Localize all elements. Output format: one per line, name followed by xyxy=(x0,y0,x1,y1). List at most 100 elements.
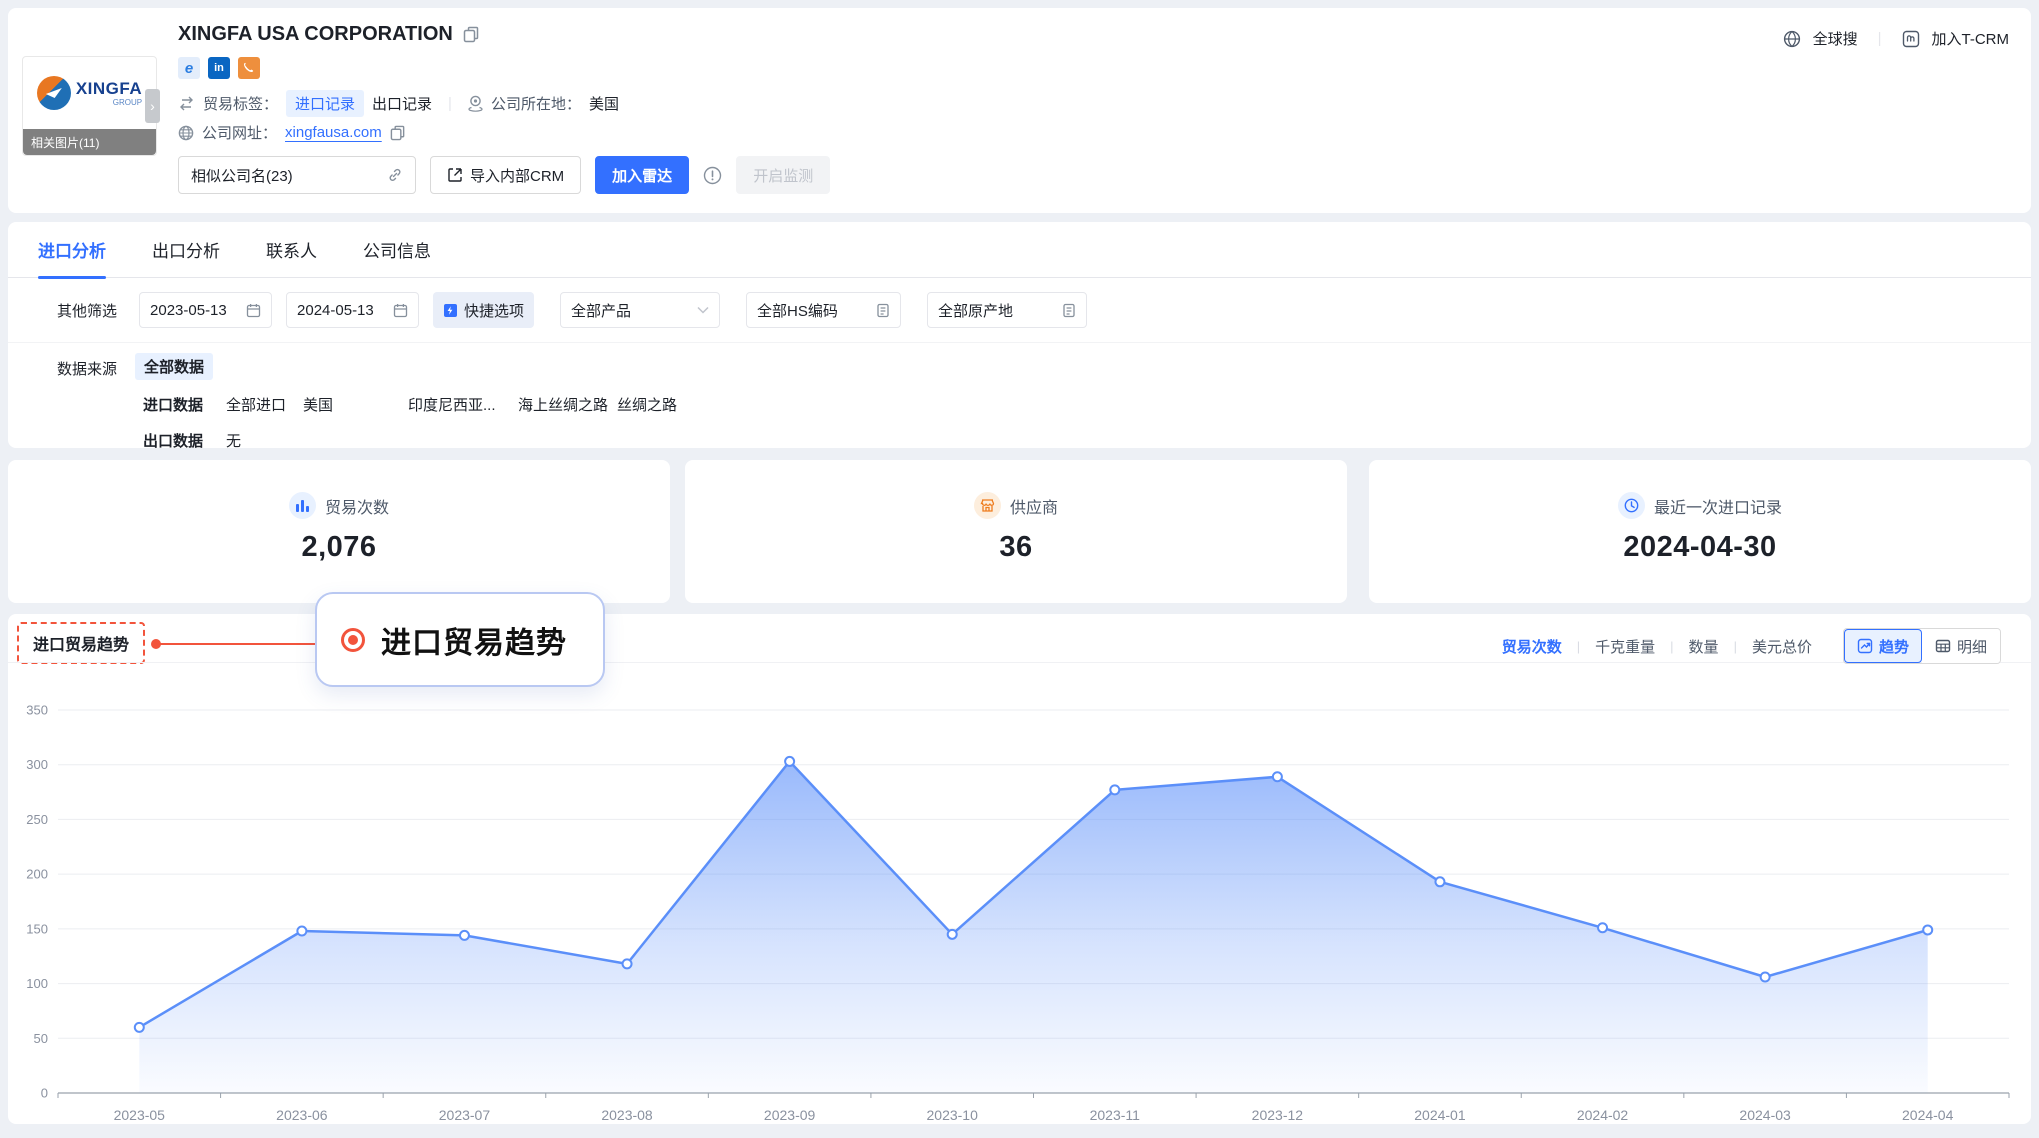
x-axis-label: 2024-03 xyxy=(1739,1107,1791,1123)
stat-value: 2,076 xyxy=(8,531,670,564)
export-data-value: 无 xyxy=(226,430,241,451)
import-data-label: 进口数据 xyxy=(143,394,203,415)
divider xyxy=(8,342,2031,343)
trade-tag-icon xyxy=(178,96,195,111)
tab-company-info[interactable]: 公司信息 xyxy=(363,222,431,278)
info-icon[interactable] xyxy=(703,166,722,185)
location-label: 公司所在地： xyxy=(491,93,581,114)
logo-next-arrow-icon[interactable]: › xyxy=(145,89,160,123)
trade-tag-import[interactable]: 进口记录 xyxy=(286,90,364,117)
y-axis-label: 150 xyxy=(26,921,48,936)
website-social-icon[interactable]: e xyxy=(178,57,200,79)
website-link[interactable]: xingfausa.com xyxy=(285,124,382,141)
stat-label: 供应商 xyxy=(1010,494,1058,518)
logo-image: XINGFA GROUP xyxy=(23,57,156,129)
tab-export-analysis[interactable]: 出口分析 xyxy=(152,222,220,278)
x-axis-label: 2023-05 xyxy=(114,1107,166,1123)
target-icon xyxy=(341,628,365,652)
filter-label: 其他筛选 xyxy=(57,300,117,321)
chart-point xyxy=(460,931,469,940)
x-axis-label: 2023-09 xyxy=(764,1107,816,1123)
join-tcrm-button[interactable]: 加入T-CRM xyxy=(1932,28,2010,49)
y-axis-label: 0 xyxy=(41,1086,48,1101)
chart-point xyxy=(1761,973,1770,982)
logo-subtext: GROUP xyxy=(76,99,142,107)
chart-point xyxy=(135,1023,144,1032)
stat-card-last-import: 最近一次进口记录 2024-04-30 xyxy=(1369,460,2031,603)
add-radar-button[interactable]: 加入雷达 xyxy=(595,156,689,194)
chart-point xyxy=(785,757,794,766)
link-icon xyxy=(387,167,403,183)
import-icon xyxy=(447,167,463,183)
quick-options-button[interactable]: 快捷选项 xyxy=(433,292,534,328)
x-axis-label: 2023-12 xyxy=(1252,1107,1304,1123)
chart-point xyxy=(948,930,957,939)
trend-chart: 0501001502002503003502023-052023-062023-… xyxy=(8,614,2031,1124)
import-data-option[interactable]: 全部进口 xyxy=(226,394,286,415)
company-logo[interactable]: XINGFA GROUP 相关图片(11) › xyxy=(22,56,157,156)
phone-icon[interactable] xyxy=(238,57,260,79)
similar-companies-select[interactable]: 相似公司名(23) xyxy=(178,156,416,194)
origin-select[interactable]: 全部原产地 xyxy=(927,292,1087,328)
tab-contacts[interactable]: 联系人 xyxy=(266,222,317,278)
tab-bar: 进口分析 出口分析 联系人 公司信息 xyxy=(8,222,2031,278)
copy-website-icon[interactable] xyxy=(390,125,406,141)
import-data-option[interactable]: 印度尼西亚... xyxy=(408,394,496,415)
x-axis-label: 2023-11 xyxy=(1090,1107,1141,1123)
chevron-down-icon xyxy=(697,306,709,314)
stat-value: 36 xyxy=(685,531,1347,564)
y-axis-label: 50 xyxy=(34,1031,48,1046)
data-source-all[interactable]: 全部数据 xyxy=(135,353,213,380)
store-icon xyxy=(974,492,1001,519)
import-data-option[interactable]: 丝绸之路 xyxy=(617,394,677,415)
x-axis-label: 2023-06 xyxy=(276,1107,328,1123)
linkedin-icon[interactable]: in xyxy=(208,57,230,79)
trade-label-title: 贸易标签： xyxy=(203,93,278,114)
calendar-icon xyxy=(393,303,408,318)
x-axis-label: 2024-02 xyxy=(1577,1107,1629,1123)
product-select[interactable]: 全部产品 xyxy=(560,292,720,328)
chart-point xyxy=(1923,925,1932,934)
globe-icon xyxy=(178,125,194,141)
copy-icon[interactable] xyxy=(463,26,480,43)
import-trend-callout: 进口贸易趋势 xyxy=(315,592,605,687)
logo-globe-icon xyxy=(37,76,71,110)
chart-point xyxy=(1273,772,1282,781)
x-axis-label: 2024-04 xyxy=(1902,1107,1954,1123)
data-source-label: 数据来源 xyxy=(57,358,117,379)
chart-point xyxy=(1110,785,1119,794)
trend-chart-card: 进口贸易趋势 贸易次数 | 千克重量 | 数量 | 美元总价 趋势 xyxy=(8,614,2031,1124)
date-start-input[interactable]: 2023-05-13 xyxy=(139,292,272,328)
y-axis-label: 200 xyxy=(26,867,48,882)
x-axis-label: 2023-07 xyxy=(439,1107,491,1123)
stat-label: 最近一次进口记录 xyxy=(1654,494,1782,518)
trade-tag-export[interactable]: 出口记录 xyxy=(372,93,432,114)
chart-point xyxy=(1598,923,1607,932)
x-axis-label: 2023-10 xyxy=(927,1107,979,1123)
tab-import-analysis[interactable]: 进口分析 xyxy=(38,222,106,278)
import-data-option[interactable]: 美国 xyxy=(303,394,333,415)
import-data-option[interactable]: 海上丝绸之路 xyxy=(518,394,608,415)
import-crm-button[interactable]: 导入内部CRM xyxy=(430,156,581,194)
x-axis-label: 2023-08 xyxy=(601,1107,653,1123)
date-end-input[interactable]: 2024-05-13 xyxy=(286,292,419,328)
start-monitor-button[interactable]: 开启监测 xyxy=(736,156,830,194)
clock-icon xyxy=(1618,492,1645,519)
calendar-icon xyxy=(246,303,261,318)
y-axis-label: 300 xyxy=(26,757,48,772)
related-images-label[interactable]: 相关图片(11) xyxy=(23,129,156,155)
y-axis-label: 100 xyxy=(26,976,48,991)
document-icon xyxy=(1062,303,1076,318)
hs-code-select[interactable]: 全部HS编码 xyxy=(746,292,901,328)
global-search-button[interactable]: 全球搜 xyxy=(1813,28,1858,49)
page-title: XINGFA USA CORPORATION xyxy=(178,23,453,46)
logo-text: XINGFA xyxy=(76,80,142,97)
stat-value: 2024-04-30 xyxy=(1369,531,2031,564)
tcrm-icon xyxy=(1902,30,1920,48)
website-label: 公司网址： xyxy=(202,122,277,143)
stat-label: 贸易次数 xyxy=(325,494,389,518)
chart-point xyxy=(623,959,632,968)
location-pin-icon xyxy=(468,95,483,112)
company-header-card: XINGFA GROUP 相关图片(11) › XINGFA USA CORPO… xyxy=(8,8,2031,213)
bar-chart-icon xyxy=(289,492,316,519)
